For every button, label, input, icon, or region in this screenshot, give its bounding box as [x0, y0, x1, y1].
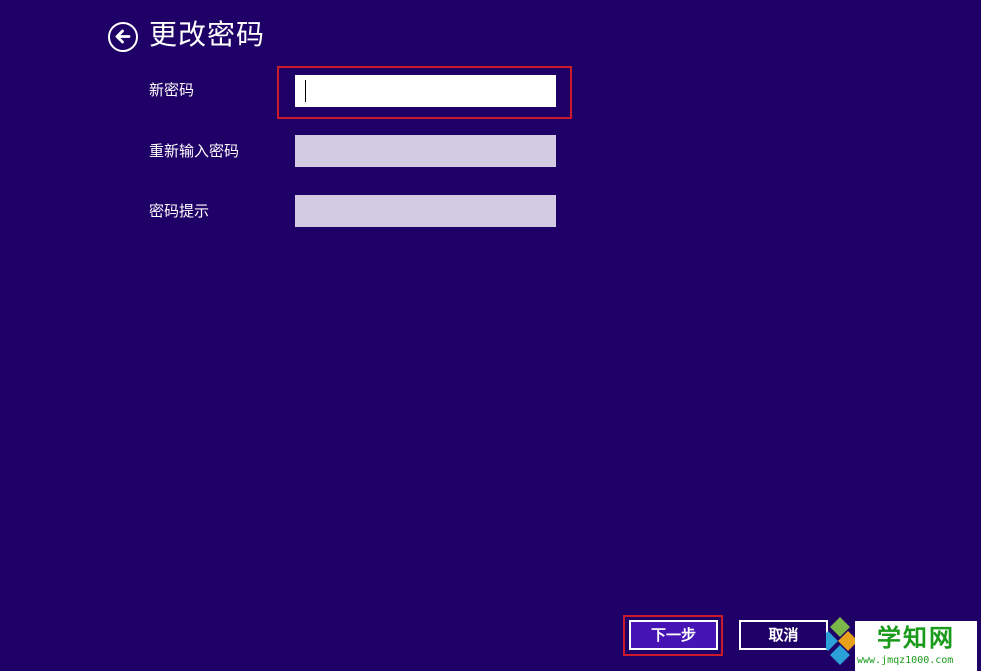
- watermark-url: www.jmqz1000.com: [857, 655, 954, 666]
- back-button[interactable]: [108, 22, 138, 52]
- watermark: 学知网 www.jmqz1000.com: [826, 614, 981, 671]
- confirm-password-label: 重新输入密码: [149, 142, 240, 160]
- confirm-password-input[interactable]: [295, 135, 556, 167]
- next-button[interactable]: 下一步: [629, 620, 718, 650]
- cancel-button[interactable]: 取消: [739, 620, 828, 650]
- watermark-title: 学知网: [877, 624, 955, 652]
- page-title: 更改密码: [149, 18, 266, 51]
- back-arrow-icon: [115, 29, 131, 44]
- new-password-label: 新密码: [149, 81, 195, 99]
- new-password-input[interactable]: [295, 75, 556, 107]
- password-hint-label: 密码提示: [149, 202, 210, 220]
- watermark-panel: 学知网 www.jmqz1000.com: [855, 621, 977, 671]
- password-hint-input[interactable]: [295, 195, 556, 227]
- text-caret: [305, 80, 306, 102]
